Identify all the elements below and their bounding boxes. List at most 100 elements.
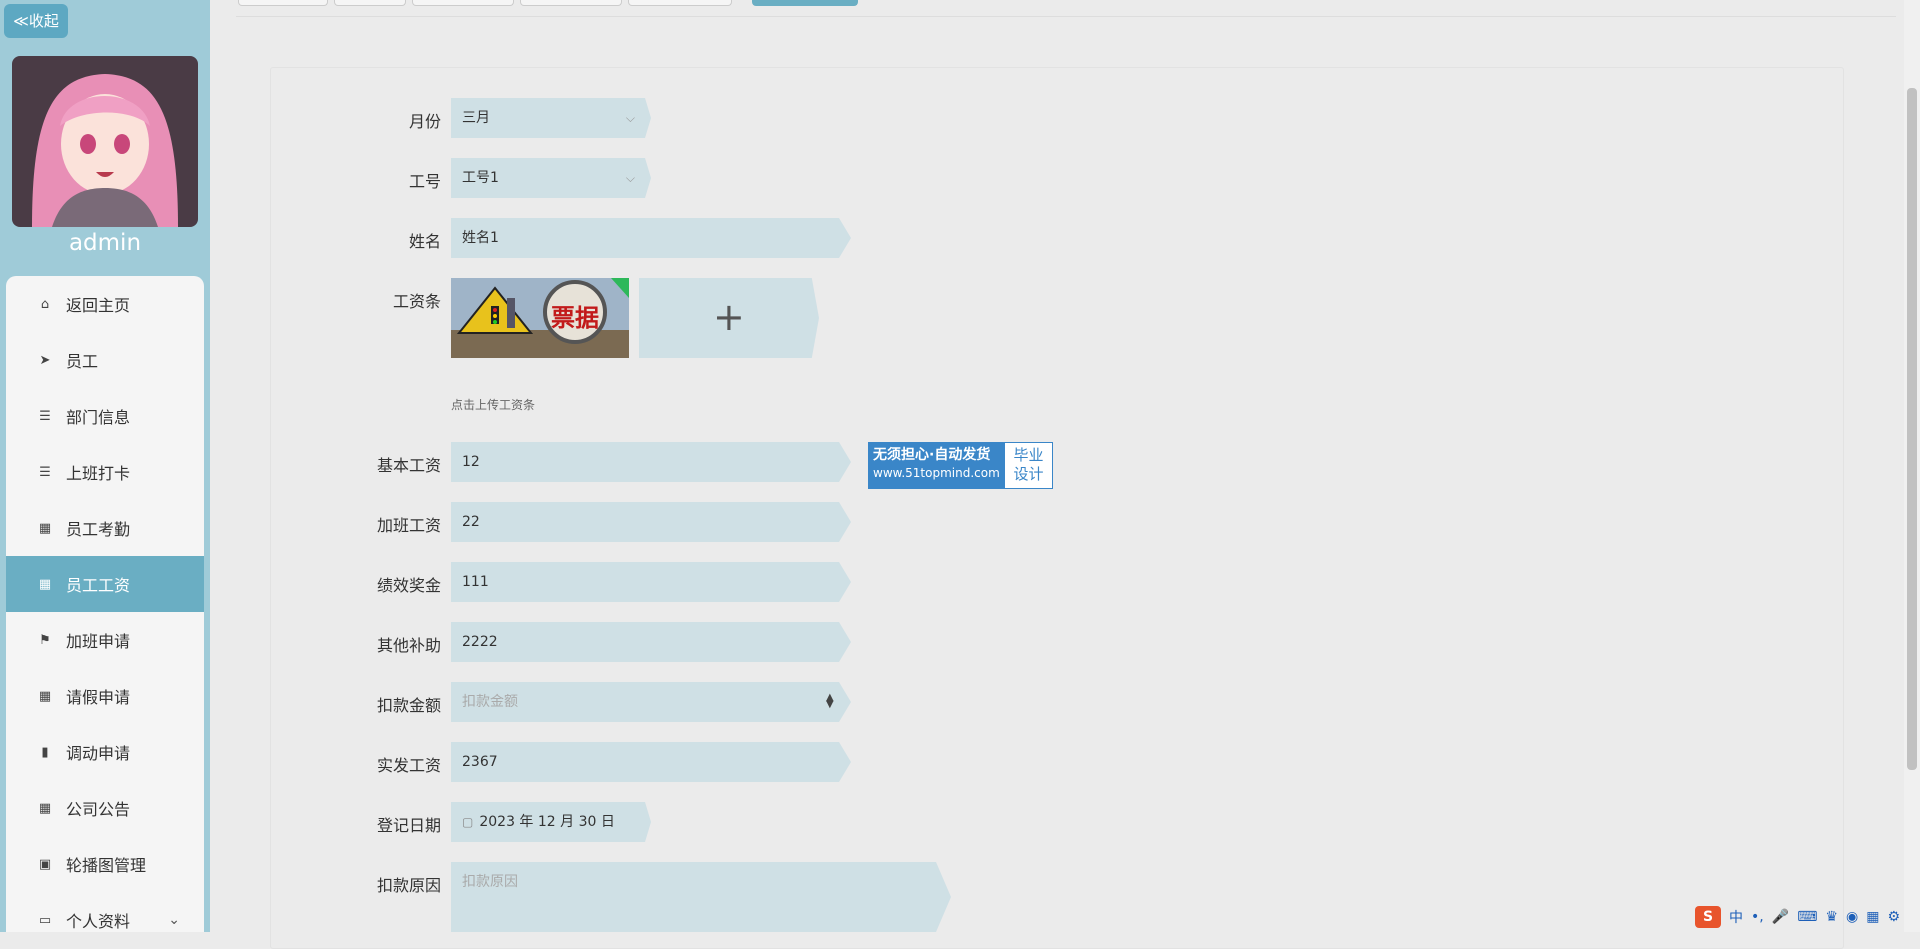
plus-icon: + xyxy=(713,295,745,339)
settings-icon[interactable]: ⚙ xyxy=(1887,909,1900,925)
name-label: 姓名 xyxy=(408,232,441,251)
sidebar-item-overtime[interactable]: ⚑ 加班申请 xyxy=(6,612,204,668)
sidebar-item-salary[interactable]: ▦ 员工工资 xyxy=(6,556,204,612)
net-pay-value: 2367 xyxy=(462,754,498,770)
sidebar-item-label: 上班打卡 xyxy=(66,464,131,483)
username: admin xyxy=(68,230,142,256)
sidebar-menu: ⌂ 返回主页 ➤ 员工 ☰ 部门信息 ☰ 上班打卡 ▦ 员工考勤 ▦ 员工工资 … xyxy=(6,276,204,932)
deduct-reason-textarea[interactable] xyxy=(451,862,951,932)
punctuation-icon[interactable]: •, xyxy=(1751,909,1764,925)
calendar-icon: ▢ xyxy=(462,815,474,829)
allowance-value: 2222 xyxy=(462,634,498,650)
scrollbar[interactable] xyxy=(1904,0,1920,932)
ad-line2: www.51topmind.com xyxy=(873,466,1000,480)
base-salary-label: 基本工资 xyxy=(376,456,441,475)
ad-side1: 毕业 xyxy=(1013,446,1044,464)
sidebar-item-clock-in[interactable]: ☰ 上班打卡 xyxy=(6,444,204,500)
sogou-logo-icon[interactable]: S xyxy=(1695,906,1722,928)
sidebar-item-profile[interactable]: ▭ 个人资料 ⌄ xyxy=(6,892,204,932)
payslip-thumbnail[interactable]: 票据 xyxy=(451,278,629,358)
sidebar-item-employee[interactable]: ➤ 员工 xyxy=(6,332,204,388)
tab-active[interactable] xyxy=(752,0,858,6)
sidebar-item-label: 员工考勤 xyxy=(66,520,131,539)
avatar xyxy=(12,56,198,227)
base-salary-field[interactable]: 12 xyxy=(451,442,851,482)
bonus-label: 绩效奖金 xyxy=(376,576,441,595)
month-select[interactable]: 三月 ⌵ xyxy=(451,98,651,138)
sidebar-item-attendance[interactable]: ▦ 员工考勤 xyxy=(6,500,204,556)
allowance-field[interactable]: 2222 xyxy=(451,622,851,662)
payslip-label: 工资条 xyxy=(392,292,441,311)
month-label: 月份 xyxy=(408,112,441,131)
chevron-down-icon: ⌵ xyxy=(625,111,635,125)
ime-tray: S 中 •, 🎤 ⌨ ♛ ◉ ▦ ⚙ xyxy=(1695,906,1900,928)
deduct-reason-label: 扣款原因 xyxy=(376,876,441,895)
profile-icon: ▭ xyxy=(38,912,52,928)
microphone-icon[interactable]: 🎤 xyxy=(1772,909,1789,925)
tab[interactable] xyxy=(334,0,406,6)
sidebar-item-label: 员工工资 xyxy=(66,576,131,595)
overtime-pay-label: 加班工资 xyxy=(376,516,441,535)
sidebar-item-label: 轮播图管理 xyxy=(66,856,147,875)
month-value: 三月 xyxy=(462,110,490,126)
net-pay-field[interactable]: 2367 xyxy=(451,742,851,782)
tab[interactable] xyxy=(628,0,732,6)
tab[interactable] xyxy=(520,0,622,6)
number-spinner-icon[interactable]: ▲ ▼ xyxy=(826,693,834,710)
tab[interactable] xyxy=(238,0,328,6)
bonus-field[interactable]: 111 xyxy=(451,562,851,602)
payslip-image-text: 票据 xyxy=(551,304,599,332)
net-pay-label: 实发工资 xyxy=(376,756,441,775)
film-icon: ▣ xyxy=(38,856,52,872)
sidebar-item-label: 个人资料 xyxy=(66,912,131,931)
ime-mode[interactable]: 中 xyxy=(1729,907,1743,927)
paper-plane-icon: ➤ xyxy=(39,352,51,368)
scrollbar-thumb[interactable] xyxy=(1907,88,1917,770)
deduction-input[interactable] xyxy=(451,682,851,722)
reg-date-picker[interactable]: ▢ 2023 年 12 月 30 日 xyxy=(451,802,651,842)
chevron-down-icon: ⌄ xyxy=(168,912,180,928)
sidebar-item-transfer[interactable]: ▮ 调动申请 xyxy=(6,724,204,780)
sidebar-item-department[interactable]: ☰ 部门信息 xyxy=(6,388,204,444)
sidebar-item-label: 请假申请 xyxy=(66,688,131,707)
robot-icon[interactable]: ◉ xyxy=(1846,909,1858,925)
sidebar-item-label: 员工 xyxy=(66,352,99,371)
ad-text: 无须担心·自动发货 www.51topmind.com xyxy=(869,443,1005,488)
sidebar-item-label: 部门信息 xyxy=(66,408,131,427)
keyboard-icon[interactable]: ⌨ xyxy=(1797,909,1817,925)
allowance-label: 其他补助 xyxy=(376,636,441,655)
grid-icon: ▦ xyxy=(38,800,52,816)
reg-date-value: 2023 年 12 月 30 日 xyxy=(479,814,615,830)
chevron-down-icon: ⌵ xyxy=(625,171,635,185)
sidebar-item-carousel[interactable]: ▣ 轮播图管理 xyxy=(6,836,204,892)
base-salary-value: 12 xyxy=(462,454,480,470)
grid-icon[interactable]: ▦ xyxy=(1866,909,1879,925)
upload-hint: 点击上传工资条 xyxy=(451,398,536,412)
emp-no-select[interactable]: 工号1 ⌵ xyxy=(451,158,651,198)
name-field[interactable]: 姓名1 xyxy=(451,218,851,258)
collapse-button[interactable]: ≪收起 xyxy=(4,4,68,38)
tab[interactable] xyxy=(412,0,514,6)
sidebar-item-label: 返回主页 xyxy=(66,296,131,315)
deduction-label: 扣款金额 xyxy=(376,696,441,715)
home-icon: ⌂ xyxy=(40,296,50,312)
emp-no-label: 工号 xyxy=(408,172,441,191)
list-icon: ☰ xyxy=(39,408,51,424)
overtime-pay-value: 22 xyxy=(462,514,480,530)
bonus-value: 111 xyxy=(462,574,489,590)
name-value: 姓名1 xyxy=(462,230,499,246)
sidebar-item-label: 公司公告 xyxy=(66,800,131,819)
upload-payslip-button[interactable]: + xyxy=(639,278,819,358)
sidebar-item-announcement[interactable]: ▦ 公司公告 xyxy=(6,780,204,836)
ad-banner[interactable]: 无须担心·自动发货 www.51topmind.com 毕业 设计 xyxy=(868,442,1053,489)
list-icon: ☰ xyxy=(39,464,51,480)
sidebar-item-label: 调动申请 xyxy=(66,744,131,763)
sidebar-item-home[interactable]: ⌂ 返回主页 xyxy=(6,276,204,332)
bar-chart-icon: ▮ xyxy=(41,744,49,760)
grid-icon: ▦ xyxy=(38,576,52,592)
skin-icon[interactable]: ♛ xyxy=(1825,909,1838,925)
overtime-pay-field[interactable]: 22 xyxy=(451,502,851,542)
divider xyxy=(236,16,1896,17)
sidebar: ≪收起 admin ⌂ 返回主页 ➤ 员工 ☰ 部门信息 ☰ 上班打卡 ▦ 员工… xyxy=(0,0,210,932)
sidebar-item-leave[interactable]: ▦ 请假申请 xyxy=(6,668,204,724)
